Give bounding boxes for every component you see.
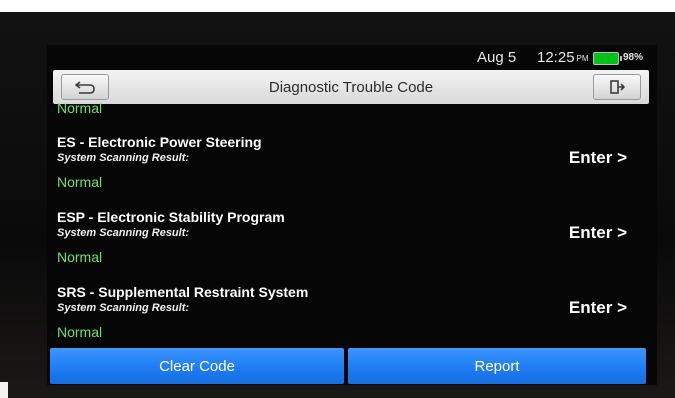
device-screen: Aug 5 12:25 PM 98% Diagnostic Trouble Cod… [47, 45, 657, 385]
battery-percent: 98% [623, 52, 644, 63]
enter-button[interactable]: Enter > [569, 223, 627, 243]
item-subtitle: System Scanning Result: [57, 302, 190, 314]
item-status: Normal [57, 174, 103, 190]
bottom-action-bar: Clear Code Report [47, 348, 657, 385]
title-bar: Diagnostic Trouble Code [53, 70, 649, 104]
item-status: Normal [57, 324, 103, 340]
previous-item-status: Normal [57, 100, 103, 116]
item-subtitle: System Scanning Result: [57, 152, 190, 164]
status-bar: Aug 5 12:25 PM 98% [47, 45, 657, 69]
battery-icon [593, 52, 622, 65]
item-title: ES - Electronic Power Steering [57, 134, 262, 150]
item-title: ESP - Electronic Stability Program [57, 209, 285, 225]
status-time-value: 12:25 [537, 49, 575, 66]
page-title: Diagnostic Trouble Code [268, 79, 434, 96]
exit-button[interactable] [593, 74, 641, 100]
item-status: Normal [57, 249, 103, 265]
enter-button[interactable]: Enter > [569, 148, 627, 168]
list-item[interactable]: ESP - Electronic Stability Program Syste… [57, 209, 647, 279]
clear-code-button[interactable]: Clear Code [50, 348, 344, 384]
item-title: SRS - Supplemental Restraint System [57, 284, 309, 300]
photo-top-edge [0, 0, 675, 12]
photo-corner [0, 382, 8, 398]
status-date: Aug 5 [477, 49, 517, 66]
status-time: 12:25 PM [537, 49, 589, 66]
report-button[interactable]: Report [348, 348, 646, 384]
enter-button[interactable]: Enter > [569, 298, 627, 318]
item-subtitle: System Scanning Result: [57, 227, 190, 239]
exit-icon [610, 80, 625, 94]
list-item[interactable]: ES - Electronic Power Steering System Sc… [57, 134, 647, 204]
list-item[interactable]: SRS - Supplemental Restraint System Syst… [57, 284, 647, 354]
status-ampm: PM [576, 54, 589, 63]
